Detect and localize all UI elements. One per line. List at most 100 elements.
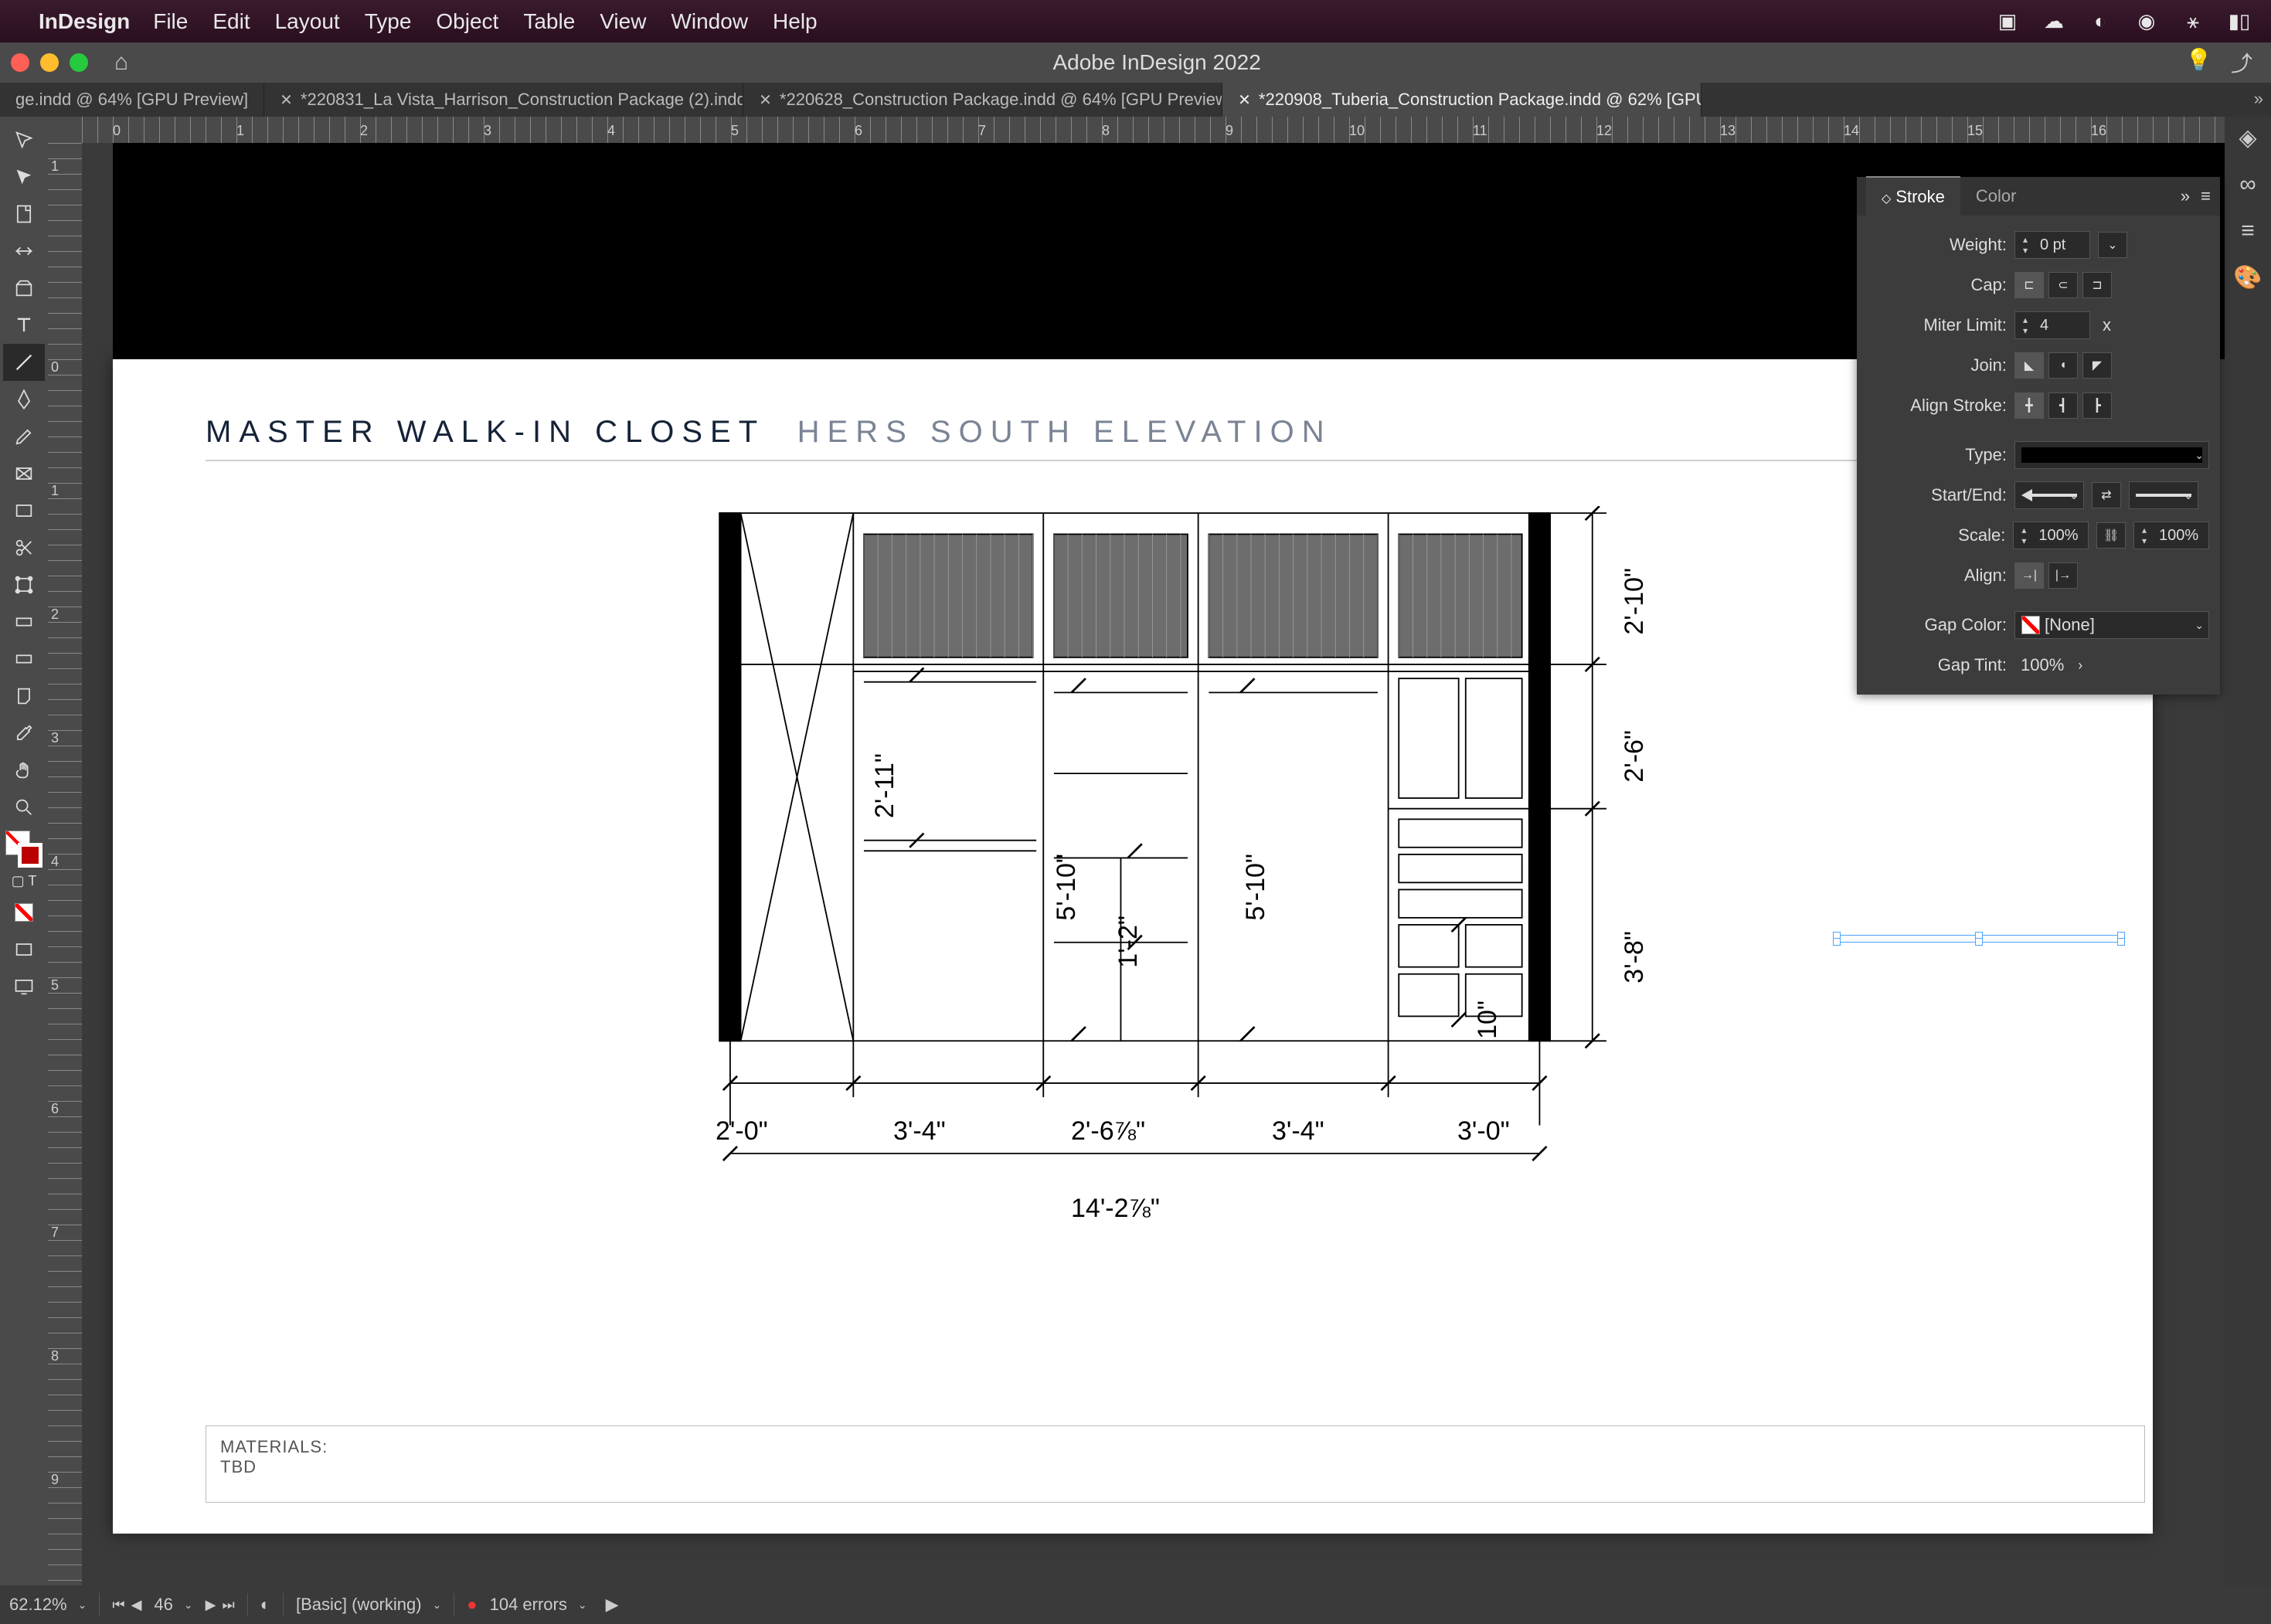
direct-selection-tool[interactable] [3, 158, 45, 195]
scale-end-input[interactable] [2154, 527, 2208, 545]
menu-file[interactable]: File [153, 9, 188, 34]
elevation-drawing[interactable]: 2'-0" 3'-4" 2'-6⅞" 3'-4" 3'-0" 14'-2⅞" 2… [631, 506, 1681, 1217]
prev-page-button[interactable]: ◀ [131, 1597, 142, 1613]
stroke-panel-icon[interactable]: ≡ [2241, 218, 2255, 244]
scale-end-stepper[interactable]: ▴▾ [2133, 522, 2209, 549]
gradient-feather-tool[interactable] [3, 640, 45, 678]
align-outside-icon[interactable]: ┣ [2082, 392, 2112, 419]
pencil-tool[interactable] [3, 418, 45, 455]
bluetooth-icon[interactable]: ⚹ [2177, 5, 2209, 38]
eyedropper-tool[interactable] [3, 715, 45, 752]
document-tab[interactable]: ge.indd @ 64% [GPU Preview] [0, 83, 264, 117]
arrow-align-tip-icon[interactable]: →| [2014, 562, 2044, 589]
join-miter-icon[interactable]: ◣ [2014, 352, 2044, 379]
type-tool[interactable] [3, 307, 45, 344]
last-page-button[interactable]: ⏭ [222, 1597, 234, 1613]
menu-type[interactable]: Type [365, 9, 412, 34]
cc-status-icon[interactable]: ☁ [2038, 5, 2070, 38]
document-tab[interactable]: ✕ *220908_Tuberia_Construction Package.i… [1222, 83, 1702, 117]
scale-start-input[interactable] [2034, 527, 2088, 545]
weight-stepper[interactable]: ▴▾ [2014, 231, 2090, 259]
materials-box[interactable]: MATERIALS: TBD [206, 1425, 2145, 1503]
note-tool[interactable] [3, 678, 45, 715]
zoom-level-dropdown[interactable]: 62.12%⌄ [9, 1595, 87, 1615]
screen-mode-icon[interactable] [3, 968, 45, 1005]
view-mode-icon[interactable] [3, 931, 45, 968]
zoom-tool[interactable] [3, 789, 45, 826]
weight-input[interactable] [2035, 236, 2089, 254]
traffic-light-close[interactable] [11, 53, 29, 72]
share-icon[interactable]: ⤴ [2231, 47, 2252, 78]
menu-object[interactable]: Object [436, 9, 498, 34]
swap-start-end-icon[interactable]: ⇄ [2092, 482, 2121, 508]
selected-object[interactable] [1836, 935, 2122, 943]
start-arrow-dropdown[interactable]: ⌄ [2014, 481, 2084, 509]
free-transform-tool[interactable] [3, 566, 45, 603]
first-page-button[interactable]: ⏮ [112, 1597, 124, 1613]
menu-view[interactable]: View [600, 9, 646, 34]
close-icon[interactable]: ✕ [280, 90, 293, 110]
page-number-dropdown[interactable]: 46⌄ [154, 1595, 192, 1615]
pen-tool[interactable] [3, 381, 45, 418]
end-arrow-dropdown[interactable]: ⌄ [2129, 481, 2198, 509]
apply-none-icon[interactable] [3, 894, 45, 931]
sync-status-icon[interactable]: ◉ [2130, 5, 2163, 38]
miter-stepper[interactable]: ▴▾ [2014, 311, 2090, 339]
line-tool[interactable] [3, 344, 45, 381]
gap-tool[interactable] [3, 233, 45, 270]
gaptint-arrow-icon[interactable]: › [2078, 657, 2082, 674]
document-page[interactable]: MASTER WALK-IN CLOSET HERS SOUTH ELEVATI… [113, 359, 2153, 1534]
stroke-swatch[interactable] [18, 843, 42, 868]
cap-butt-icon[interactable]: ⊏ [2014, 272, 2044, 298]
document-tab[interactable]: ✕ *220831_La Vista_Harrison_Construction… [264, 83, 743, 117]
help-lightbulb-icon[interactable]: 💡 [2185, 47, 2212, 78]
content-collector-tool[interactable] [3, 270, 45, 307]
tab-stroke[interactable]: ◇Stroke [1866, 176, 1960, 216]
horizontal-ruler[interactable]: 0 1 2 3 4 5 6 7 8 9 10 11 12 13 14 15 16 [82, 117, 2225, 143]
link-scale-icon[interactable]: ⛓ [2096, 522, 2126, 549]
gapcolor-dropdown[interactable]: [None]⌄ [2014, 611, 2209, 639]
traffic-light-zoom[interactable] [70, 53, 88, 72]
scale-start-stepper[interactable]: ▴▾ [2013, 522, 2089, 549]
traffic-light-minimize[interactable] [40, 53, 59, 72]
menu-table[interactable]: Table [523, 9, 575, 34]
vertical-ruler[interactable]: 1 0 1 2 3 4 5 6 7 8 9 [48, 117, 82, 1585]
preflight-circle-icon[interactable]: ◐ [260, 1595, 270, 1615]
status-arrow-icon[interactable]: ▶ [606, 1595, 619, 1615]
miter-input[interactable] [2035, 317, 2089, 335]
menu-help[interactable]: Help [773, 9, 818, 34]
page-tool[interactable] [3, 195, 45, 233]
close-icon[interactable]: ✕ [1238, 90, 1251, 110]
weight-dropdown-icon[interactable]: ⌄ [2098, 232, 2127, 258]
align-inside-icon[interactable]: ┫ [2048, 392, 2078, 419]
zoom-status-icon[interactable]: ▣ [1991, 5, 2024, 38]
tab-color[interactable]: Color [1960, 177, 2032, 216]
selection-tool[interactable] [3, 121, 45, 158]
formatting-container-icon[interactable]: ▢ T [3, 868, 45, 894]
gradient-swatch-tool[interactable] [3, 603, 45, 640]
join-round-icon[interactable]: ◖ [2048, 352, 2078, 379]
hand-tool[interactable] [3, 752, 45, 789]
color-panel-icon[interactable]: 🎨 [2233, 264, 2262, 291]
pages-panel-icon[interactable]: ◈ [2239, 124, 2256, 151]
stroke-panel[interactable]: ◇Stroke Color »≡ Weight: ▴▾ ⌄ Cap: ⊏ ⊂ ⊐… [1857, 177, 2220, 695]
cap-projecting-icon[interactable]: ⊐ [2082, 272, 2112, 298]
rectangle-frame-tool[interactable] [3, 455, 45, 492]
menu-edit[interactable]: Edit [212, 9, 250, 34]
preflight-profile-dropdown[interactable]: [Basic] (working)⌄ [296, 1595, 441, 1615]
next-page-button[interactable]: ▶ [206, 1597, 216, 1613]
cap-round-icon[interactable]: ⊂ [2048, 272, 2078, 298]
menu-layout[interactable]: Layout [275, 9, 340, 34]
home-icon[interactable]: ⌂ [114, 49, 128, 76]
app-name[interactable]: InDesign [39, 9, 130, 34]
join-bevel-icon[interactable]: ◤ [2082, 352, 2112, 379]
tabs-overflow-icon[interactable]: » [2254, 89, 2263, 109]
menu-window[interactable]: Window [671, 9, 748, 34]
links-panel-icon[interactable]: ∞ [2239, 172, 2256, 198]
stroke-type-dropdown[interactable]: ⌄ [2014, 441, 2209, 469]
panel-header[interactable]: ◇Stroke Color »≡ [1857, 177, 2220, 216]
document-tab[interactable]: ✕ *220628_Construction Package.indd @ 64… [743, 83, 1222, 117]
fill-stroke-swatch[interactable] [5, 831, 42, 868]
rectangle-tool[interactable] [3, 492, 45, 529]
scissors-tool[interactable] [3, 529, 45, 566]
